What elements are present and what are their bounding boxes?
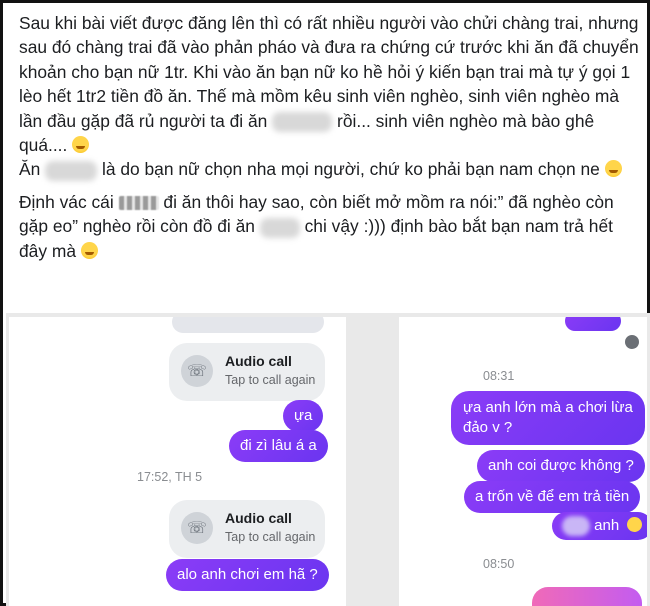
message-bubble[interactable]: đi zì lâu á a bbox=[229, 430, 328, 462]
right-chat-panel: 08:31 ựa anh lớn mà a chơi lừa đảo v ? a… bbox=[399, 317, 647, 606]
pixelated-censor bbox=[118, 196, 159, 211]
phone-icon: ☏ bbox=[181, 355, 213, 387]
cut-off-bubble bbox=[565, 317, 621, 331]
message-bubble[interactable]: anh coi được không ? bbox=[477, 450, 645, 482]
left-chat-panel: ☏ Audio call Tap to call again ựa đi zì … bbox=[9, 317, 346, 606]
post-text: Sau khi bài viết được đăng lên thì có rấ… bbox=[19, 11, 639, 263]
audio-call-card[interactable]: ☏ Audio call Tap to call again bbox=[169, 500, 325, 558]
message-bubble[interactable]: alo anh chơi em hã ? bbox=[166, 559, 329, 591]
relieved-emoji-icon bbox=[604, 160, 622, 178]
post-paragraph-3: Định vác cái đi ăn thôi hay sao, còn biế… bbox=[19, 191, 614, 261]
cut-off-bubble bbox=[172, 317, 324, 333]
message-bubble[interactable]: ựa bbox=[283, 400, 324, 432]
timestamp: 08:31 bbox=[483, 369, 515, 383]
message-bubble[interactable]: a trốn về để em trả tiền bbox=[464, 481, 641, 513]
message-bubble[interactable]: ựa anh lớn mà a chơi lừa đảo v ? bbox=[451, 391, 645, 445]
cut-off-media-bubble bbox=[532, 587, 642, 606]
screenshot-frame: Sau khi bài viết được đăng lên thì có rấ… bbox=[0, 0, 650, 606]
timestamp: 17:52, TH 5 bbox=[137, 470, 203, 484]
post-paragraph-2: Ăn là do bạn nữ chọn nha mọi người, chứ … bbox=[19, 157, 639, 181]
audio-call-card[interactable]: ☏ Audio call Tap to call again bbox=[169, 343, 325, 401]
censored-blur bbox=[562, 516, 590, 537]
censored-blur bbox=[259, 217, 300, 238]
read-receipt-avatar bbox=[625, 335, 639, 349]
laughing-emoji-icon bbox=[72, 136, 90, 154]
relieved-emoji-icon bbox=[80, 241, 98, 259]
message-bubble[interactable]: anh bbox=[552, 512, 647, 541]
censored-blur bbox=[45, 160, 98, 181]
censored-blur bbox=[272, 112, 333, 133]
phone-icon: ☏ bbox=[181, 512, 213, 544]
smiley-emoji-icon bbox=[627, 517, 643, 532]
chat-screenshots: ☏ Audio call Tap to call again ựa đi zì … bbox=[6, 313, 650, 606]
timestamp: 08:50 bbox=[483, 557, 515, 571]
post-paragraph-1: Sau khi bài viết được đăng lên thì có rấ… bbox=[19, 13, 639, 156]
